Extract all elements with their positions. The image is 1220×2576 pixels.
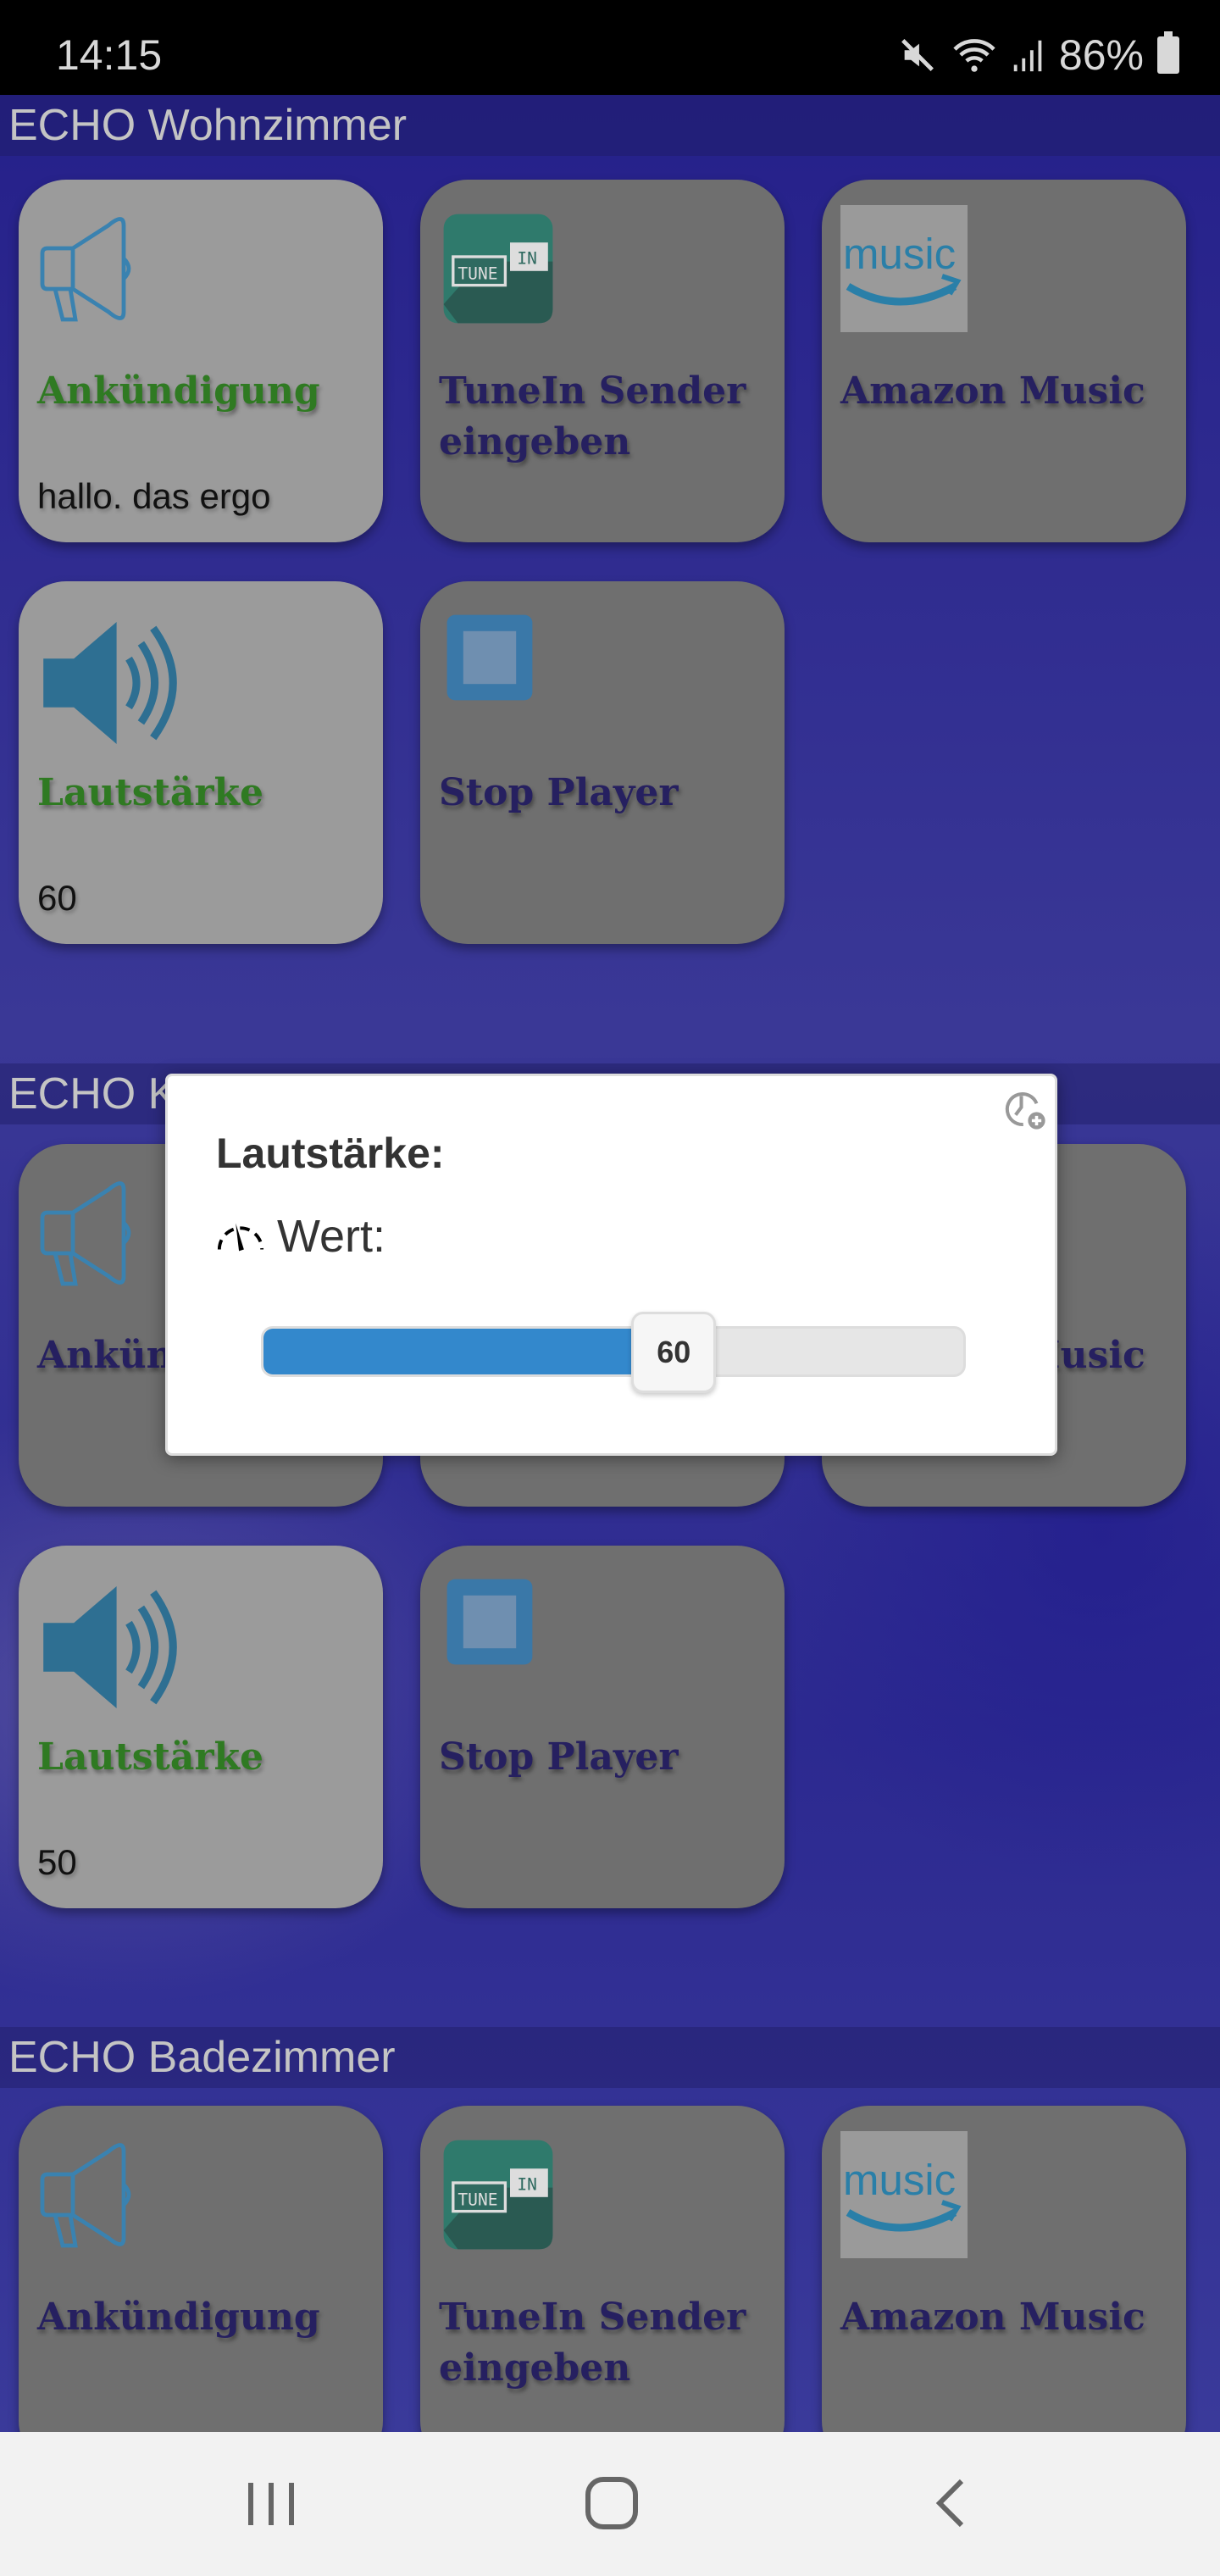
speaker-icon [37,1571,177,1708]
back-icon[interactable] [919,2474,987,2534]
tile-label: Amazon Music [840,369,1145,413]
tile-label: TuneIn Sender eingeben [439,369,746,464]
history-add-icon[interactable] [1002,1086,1048,1132]
status-bar: 14:15 86% [0,0,1220,95]
stop-icon [439,607,566,734]
volume-slider-track[interactable] [261,1326,966,1377]
tile-value: hallo. das ergo [37,476,271,516]
battery-icon [1157,31,1179,74]
megaphone-icon [37,205,164,332]
tile-megaphone[interactable]: Ankündigung [19,2106,383,2468]
tile-label: Stop Player [439,1735,679,1779]
tile-megaphone[interactable]: Ankündigung hallo. das ergo [19,180,383,542]
tile-speaker[interactable]: Lautstärke 50 [19,1546,383,1908]
tunein-icon: TUNE IN [439,2131,566,2258]
megaphone-icon [37,2131,164,2258]
dialog-title: Lautstärke: [216,1130,445,1177]
tile-tunein[interactable]: TUNE IN TuneIn Sender eingeben [420,180,785,542]
volume-slider-fill [263,1329,684,1374]
volume-dialog: Lautstärke: Wert: 60 [165,1074,1057,1456]
svg-text:music: music [843,230,956,278]
tile-label: Stop Player [439,771,679,814]
signal-icon [1013,40,1042,72]
mute-icon [901,39,934,71]
tile-label: Ankündigung [37,2296,320,2339]
tile-label: Ankündigung [37,369,320,413]
tile-label: Lautstärke [37,1735,264,1779]
svg-text:TUNE: TUNE [458,2190,497,2210]
stop-icon [439,1571,566,1698]
tunein-icon: TUNE IN [439,205,566,332]
status-time: 14:15 [56,31,163,79]
svg-text:IN: IN [517,248,537,268]
tile-label: Amazon Music [840,2296,1145,2339]
svg-text:TUNE: TUNE [458,264,497,284]
megaphone-icon [37,1169,164,1296]
battery-percent: 86% [1058,31,1144,79]
field-label: Wert: [277,1211,386,1262]
recent-apps-icon[interactable] [237,2474,305,2534]
tile-value: 60 [37,878,77,918]
tile-speaker[interactable]: Lautstärke 60 [19,581,383,944]
amazon-music-icon: music [840,205,968,332]
tile-label: Lautstärke [37,771,264,814]
svg-text:music: music [843,2156,956,2204]
amazon-music-icon: music [840,2131,968,2258]
tile-label: TuneIn Sender eingeben [439,2296,746,2390]
section-header: ECHO Badezimmer [0,2027,1220,2088]
tile-stop[interactable]: Stop Player [420,1546,785,1908]
section-header: ECHO Wohnzimmer [0,95,1220,156]
home-icon[interactable] [578,2474,646,2534]
tile-amazon-music[interactable]: music Amazon Music [822,180,1186,542]
tile-tunein[interactable]: TUNE IN TuneIn Sender eingeben [420,2106,785,2468]
speaker-icon [37,607,177,744]
tile-value: 50 [37,1842,77,1882]
wifi-icon [953,39,995,72]
volume-slider-handle[interactable]: 60 [631,1312,717,1393]
svg-text:IN: IN [517,2174,537,2194]
tile-amazon-music[interactable]: music Amazon Music [822,2106,1186,2468]
gauge-icon [217,1223,264,1252]
navigation-bar [0,2432,1220,2576]
tile-stop[interactable]: Stop Player [420,581,785,944]
